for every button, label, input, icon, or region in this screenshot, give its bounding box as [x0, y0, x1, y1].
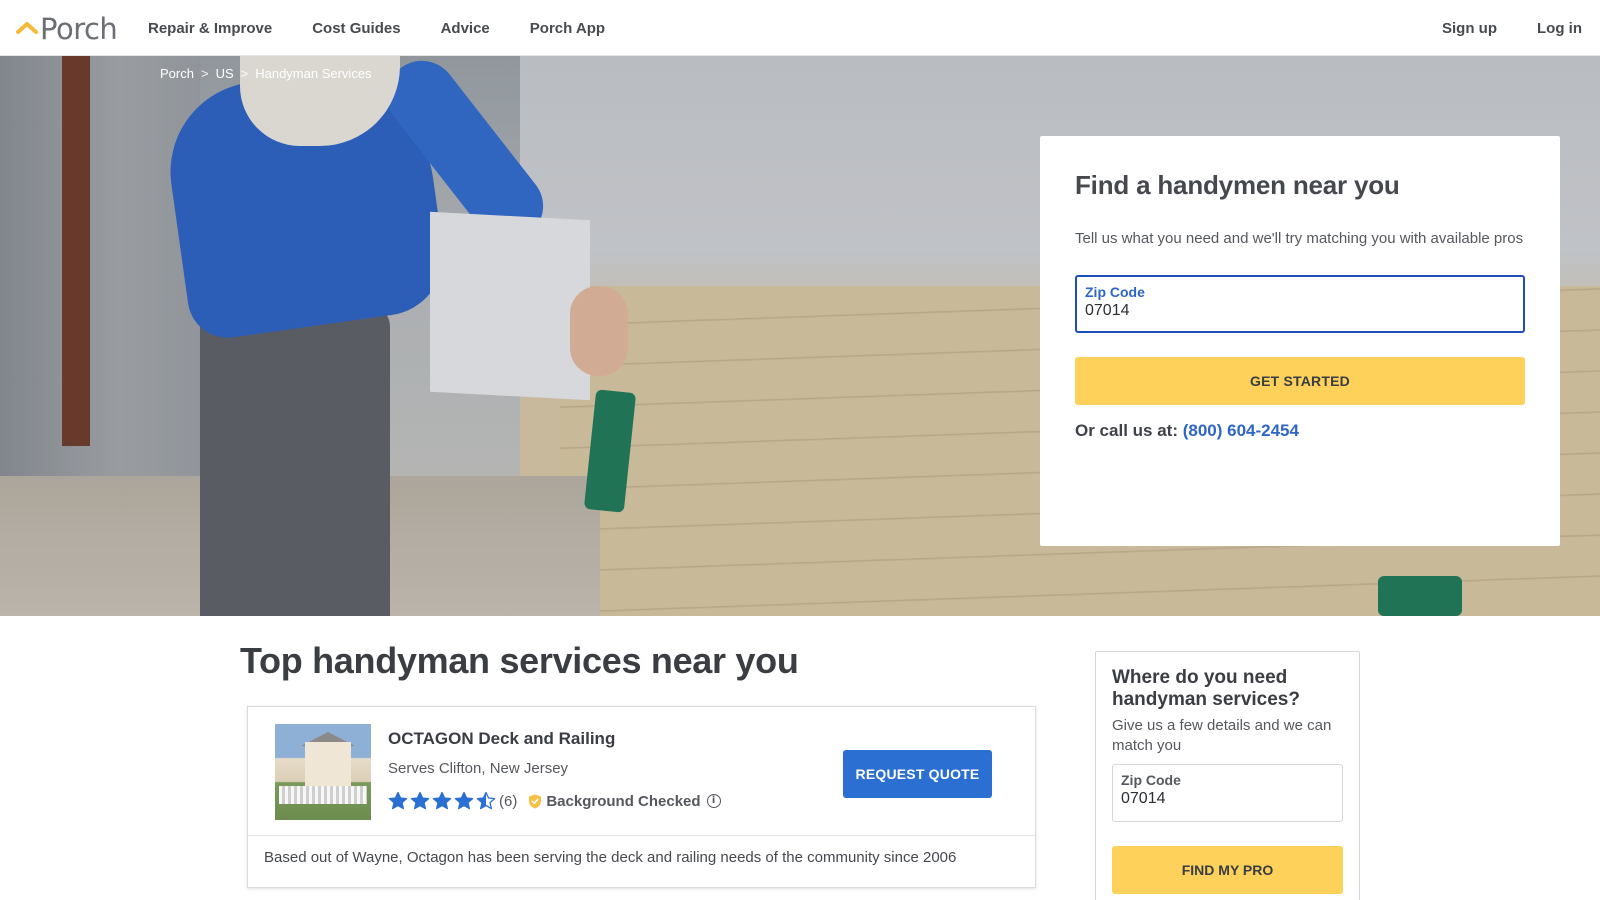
phone-link[interactable]: (800) 604-2454 [1183, 421, 1299, 440]
zip-code-field[interactable]: Zip Code [1075, 275, 1525, 333]
side-zip-code-input[interactable] [1121, 790, 1331, 808]
info-icon[interactable]: i [706, 794, 721, 808]
nav-porch-app[interactable]: Porch App [530, 20, 605, 37]
find-card-title: Find a handymen near you [1075, 170, 1400, 200]
card-divider [248, 835, 1035, 836]
top-navigation: Porch Repair & Improve Cost Guides Advic… [0, 0, 1600, 56]
thumbnail-house [305, 742, 351, 792]
pro-listing-card[interactable]: OCTAGON Deck and Railing Serves Clifton,… [247, 706, 1036, 888]
find-card-subtitle: Tell us what you need and we'll try matc… [1075, 230, 1524, 247]
breadcrumb-porch[interactable]: Porch [160, 66, 194, 81]
pro-thumbnail[interactable] [275, 724, 371, 820]
review-count[interactable]: (6) [499, 793, 517, 810]
main-nav: Repair & Improve Cost Guides Advice Porc… [148, 0, 605, 56]
location-card-title: Where do you need handyman services? [1112, 667, 1300, 710]
thumbnail-deck [279, 786, 367, 804]
zip-code-label: Zip Code [1085, 284, 1145, 300]
zip-code-input[interactable] [1085, 302, 1505, 320]
pro-description: Based out of Wayne, Octagon has been ser… [264, 849, 957, 866]
call-us-prefix: Or call us at: [1075, 421, 1178, 440]
call-us-line: Or call us at: (800) 604-2454 [1075, 421, 1525, 441]
breadcrumb-us[interactable]: US [216, 66, 234, 81]
pro-service-area: Serves Clifton, New Jersey [388, 760, 569, 777]
star-icon [476, 791, 496, 810]
nav-cost-guides[interactable]: Cost Guides [312, 20, 400, 37]
porch-logo[interactable]: Porch [16, 12, 118, 46]
star-icon [388, 791, 408, 810]
breadcrumb: Porch > US > Handyman Services [160, 66, 372, 81]
porch-roof-icon [16, 22, 38, 34]
rating-stars [388, 791, 496, 811]
star-icon [432, 791, 452, 810]
pro-name[interactable]: OCTAGON Deck and Railing [388, 729, 615, 749]
request-quote-button[interactable]: REQUEST QUOTE [843, 750, 992, 798]
get-started-button[interactable]: GET STARTED [1075, 357, 1525, 405]
breadcrumb-separator: > [200, 66, 209, 81]
pro-rating: (6) Background Checked i [388, 791, 721, 811]
side-zip-code-field[interactable]: Zip Code [1112, 764, 1343, 822]
background-checked-badge: Background Checked i [528, 792, 721, 810]
shield-check-icon [529, 794, 542, 808]
breadcrumb-separator: > [240, 66, 249, 81]
star-icon [454, 791, 474, 810]
star-icon [410, 791, 430, 810]
location-card: Where do you need handyman services? Giv… [1095, 651, 1360, 900]
background-checked-label: Background Checked [546, 792, 701, 810]
account-nav: Sign up Log in [1442, 0, 1582, 56]
side-zip-code-label: Zip Code [1121, 772, 1181, 788]
logo-text: Porch [40, 12, 118, 46]
find-my-pro-button[interactable]: FIND MY PRO [1112, 846, 1343, 894]
login-link[interactable]: Log in [1537, 20, 1582, 37]
signup-link[interactable]: Sign up [1442, 20, 1497, 37]
breadcrumb-current: Handyman Services [255, 66, 372, 81]
section-title: Top handyman services near you [240, 640, 799, 681]
nav-repair-improve[interactable]: Repair & Improve [148, 20, 272, 37]
nav-advice[interactable]: Advice [441, 20, 490, 37]
find-pro-card: Find a handymen near you Tell us what yo… [1040, 136, 1560, 546]
location-card-subtitle: Give us a few details and we can match y… [1112, 717, 1332, 754]
